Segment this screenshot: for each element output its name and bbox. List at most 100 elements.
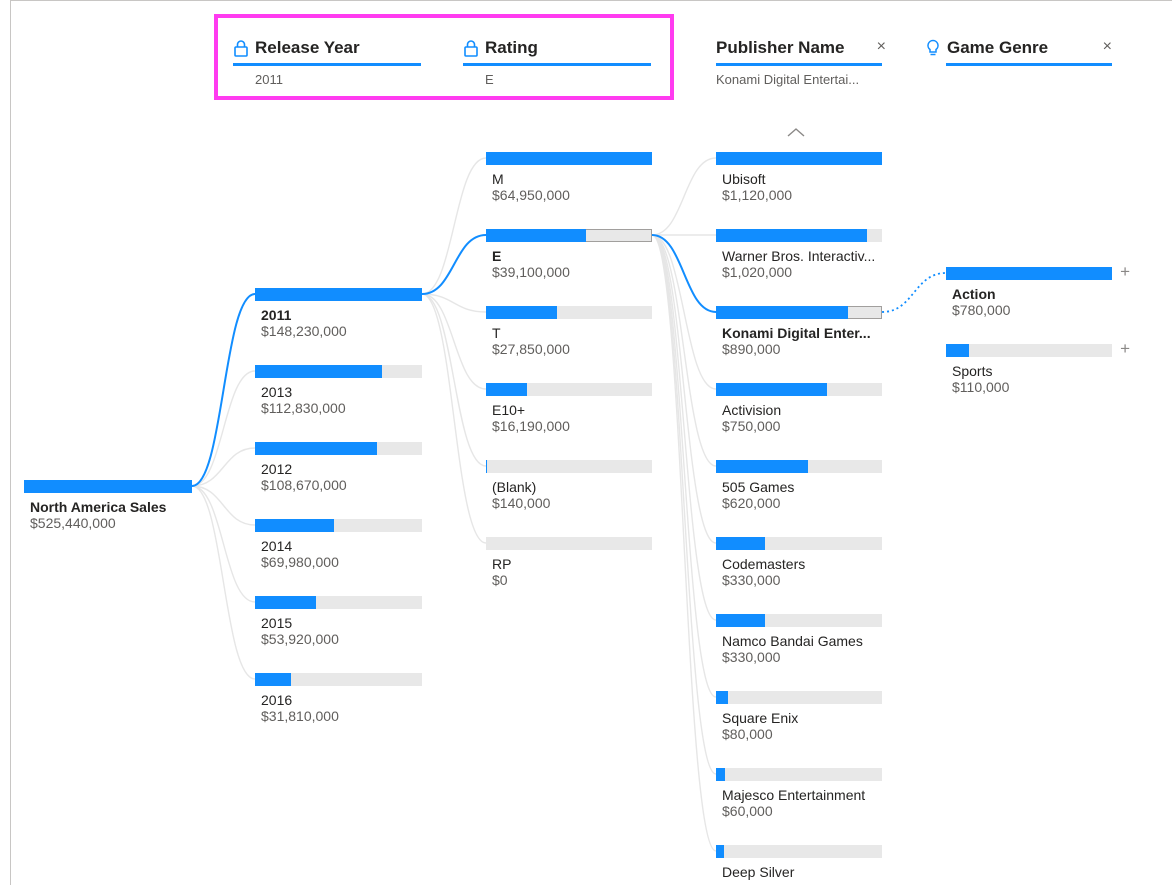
value-bar[interactable] <box>486 383 652 396</box>
ratings-node[interactable]: (Blank) $140,000 <box>486 460 652 511</box>
publishers-node[interactable]: Codemasters $330,000 <box>716 537 882 588</box>
value-bar[interactable] <box>255 442 422 455</box>
publishers-node[interactable]: Namco Bandai Games $330,000 <box>716 614 882 665</box>
publishers-node[interactable]: Activision $750,000 <box>716 383 882 434</box>
header-title: Game Genre <box>947 38 1049 57</box>
ratings-node[interactable]: T $27,850,000 <box>486 306 652 357</box>
value-bar[interactable] <box>716 460 882 473</box>
value-bar-fill <box>255 519 334 532</box>
value-bar[interactable] <box>255 596 422 609</box>
value-bar[interactable] <box>716 845 882 858</box>
scroll-up-chevron-icon[interactable] <box>786 126 806 138</box>
expand-plus-icon[interactable]: + <box>1120 339 1130 359</box>
level-header-game-genre[interactable]: Game Genre × <box>925 36 1112 106</box>
root-node[interactable]: North America Sales $525,440,000 <box>24 480 192 531</box>
node-value: $112,830,000 <box>261 400 346 416</box>
value-bar-fill <box>255 673 291 686</box>
node-label: T <box>492 325 501 341</box>
value-bar[interactable] <box>716 383 882 396</box>
publishers-node[interactable]: Ubisoft $1,120,000 <box>716 152 882 203</box>
ratings-node[interactable]: RP $0 <box>486 537 652 588</box>
node-value: $80,000 <box>722 726 773 742</box>
publishers-node[interactable]: Majesco Entertainment $60,000 <box>716 768 882 819</box>
value-bar[interactable]: + <box>946 339 1130 358</box>
close-icon[interactable]: × <box>877 38 886 56</box>
value-bar-fill <box>716 845 725 858</box>
value-bar[interactable] <box>716 768 882 781</box>
node-label: 2012 <box>261 461 293 477</box>
node-label: Sports <box>952 363 993 379</box>
value-bar[interactable] <box>486 460 652 473</box>
publishers-node[interactable]: 505 Games $620,000 <box>716 460 882 511</box>
years-node[interactable]: 2016 $31,810,000 <box>255 673 422 724</box>
value-bar[interactable] <box>255 365 422 378</box>
years-node[interactable]: 2011 $148,230,000 <box>255 288 422 339</box>
node-value: $148,230,000 <box>261 323 347 339</box>
value-bar[interactable] <box>716 614 882 627</box>
node-value: $330,000 <box>722 649 781 665</box>
value-bar[interactable] <box>486 229 652 242</box>
years-node[interactable]: 2012 $108,670,000 <box>255 442 422 493</box>
value-bar-fill <box>24 480 192 493</box>
value-bar-fill <box>486 306 558 319</box>
node-label: Square Enix <box>722 710 799 726</box>
node-value: $890,000 <box>722 341 781 357</box>
node-value: $60,000 <box>722 803 773 819</box>
value-bar[interactable]: + <box>946 262 1130 281</box>
node-value: $39,100,000 <box>492 264 570 280</box>
node-label: 2014 <box>261 538 293 554</box>
node-label: 2013 <box>261 384 293 400</box>
header-underline <box>946 63 1112 66</box>
years-node[interactable]: 2015 $53,920,000 <box>255 596 422 647</box>
value-bar-fill <box>946 344 970 357</box>
publishers-node[interactable]: Deep Silver <box>716 845 882 880</box>
node-label: North America Sales <box>30 499 167 515</box>
publishers-node[interactable]: Konami Digital Enter... $890,000 <box>716 306 882 357</box>
value-bar[interactable] <box>486 537 652 550</box>
value-bar-fill <box>486 229 586 242</box>
publishers-node[interactable]: Warner Bros. Interactiv... $1,020,000 <box>716 229 882 280</box>
value-bar[interactable] <box>716 229 882 242</box>
node-label: 2011 <box>261 307 292 323</box>
value-bar[interactable] <box>255 288 422 301</box>
ratings-node[interactable]: M $64,950,000 <box>486 152 652 203</box>
value-bar[interactable] <box>24 480 192 493</box>
node-label: Action <box>952 286 996 302</box>
node-value: $27,850,000 <box>492 341 570 357</box>
expand-plus-icon[interactable]: + <box>1120 262 1130 282</box>
value-bar[interactable] <box>716 691 882 704</box>
node-value: $1,020,000 <box>722 264 793 280</box>
node-label: Activision <box>722 402 782 418</box>
node-label: Ubisoft <box>722 171 766 187</box>
genres-node[interactable]: + Action $780,000 <box>946 262 1130 318</box>
value-bar-fill <box>716 306 848 319</box>
value-bar[interactable] <box>255 519 422 532</box>
node-value: $525,440,000 <box>30 515 116 531</box>
value-bar[interactable] <box>255 673 422 686</box>
level-header-publisher-name[interactable]: Publisher Name Konami Digital Entertai..… <box>716 36 886 106</box>
node-label: Namco Bandai Games <box>722 633 863 649</box>
node-label: M <box>492 171 504 187</box>
value-bar-fill <box>255 596 316 609</box>
close-icon[interactable]: × <box>1103 38 1112 56</box>
ratings-node[interactable]: E10+ $16,190,000 <box>486 383 652 434</box>
value-bar[interactable] <box>716 537 882 550</box>
value-bar-fill <box>716 768 725 781</box>
publishers-node[interactable]: Square Enix $80,000 <box>716 691 882 742</box>
value-bar[interactable] <box>716 306 882 319</box>
value-bar-fill <box>486 383 528 396</box>
value-bar[interactable] <box>486 152 652 165</box>
ratings-node[interactable]: E $39,100,000 <box>486 229 652 280</box>
years-node[interactable]: 2014 $69,980,000 <box>255 519 422 570</box>
years-node[interactable]: 2013 $112,830,000 <box>255 365 422 416</box>
visual-frame <box>10 0 1172 885</box>
node-label: 505 Games <box>722 479 795 495</box>
value-bar[interactable] <box>716 152 882 165</box>
node-value: $1,120,000 <box>722 187 793 203</box>
genres-node[interactable]: + Sports $110,000 <box>946 339 1130 395</box>
value-bar[interactable] <box>486 306 652 319</box>
node-label: (Blank) <box>492 479 537 495</box>
value-bar-fill <box>716 152 882 165</box>
node-value: $53,920,000 <box>261 631 339 647</box>
node-label: E10+ <box>492 402 526 418</box>
